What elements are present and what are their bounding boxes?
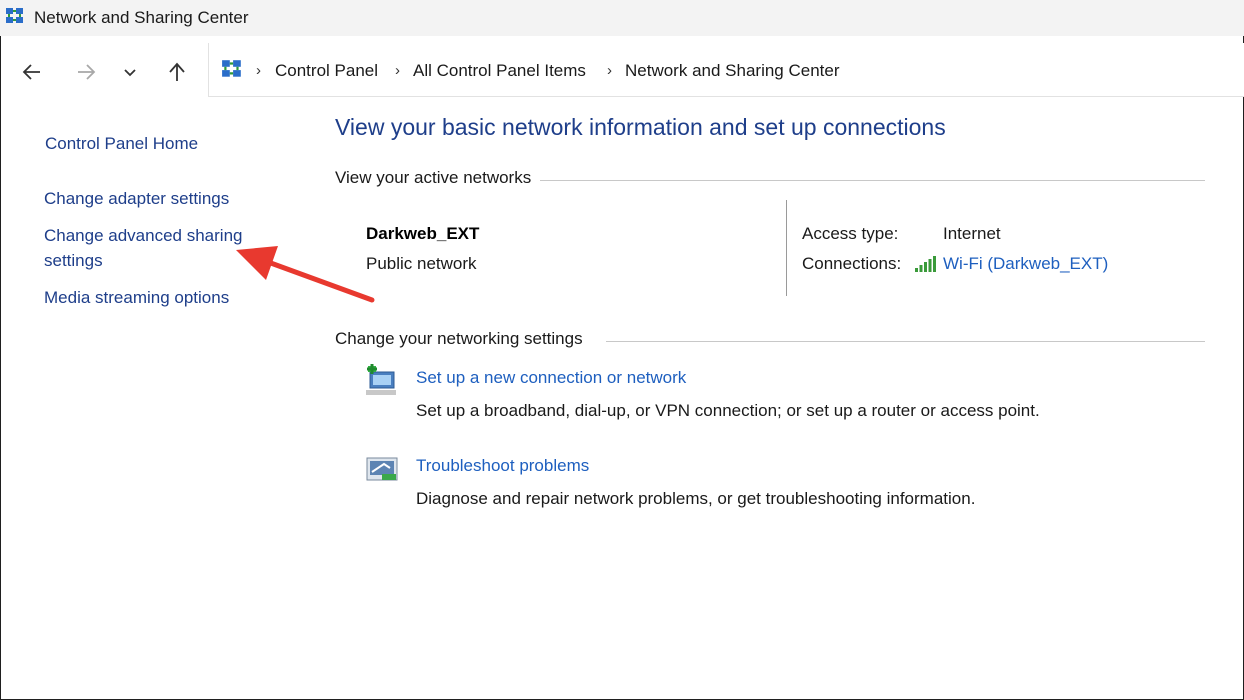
wifi-signal-icon — [915, 256, 936, 272]
sidebar-item-adapter-settings[interactable]: Change adapter settings — [44, 186, 229, 211]
annotation-arrow — [236, 246, 375, 303]
sidebar-item-advanced-sharing[interactable]: Change advanced sharing settings — [44, 223, 259, 273]
up-button[interactable] — [163, 58, 191, 86]
troubleshoot-link[interactable]: Troubleshoot problems — [416, 456, 589, 476]
wifi-connection-link[interactable]: Wi-Fi (Darkweb_EXT) — [943, 254, 1108, 274]
window-title: Network and Sharing Center — [34, 8, 249, 27]
sidebar-item-media-streaming[interactable]: Media streaming options — [44, 285, 229, 310]
back-button[interactable] — [18, 58, 46, 86]
window-frame — [0, 0, 1244, 700]
section-divider — [540, 180, 1205, 181]
page-title: View your basic network information and … — [335, 114, 946, 140]
forward-arrow-icon — [78, 64, 96, 80]
vertical-divider — [786, 200, 787, 296]
troubleshoot-description: Diagnose and repair network problems, or… — [416, 489, 976, 508]
breadcrumb-current[interactable]: Network and Sharing Center — [625, 61, 840, 81]
network-type: Public network — [366, 254, 477, 273]
breadcrumb-separator-icon: › — [607, 62, 612, 79]
networking-settings-label: Change your networking settings — [335, 329, 591, 349]
breadcrumb-control-panel[interactable]: Control Panel — [275, 61, 378, 81]
back-arrow-icon — [22, 64, 40, 80]
breadcrumb-separator-icon: › — [256, 62, 261, 79]
access-type-value: Internet — [943, 224, 1001, 243]
section-divider — [606, 341, 1205, 342]
troubleshoot-icon — [366, 457, 398, 481]
title-bar: Network and Sharing Center — [0, 0, 1244, 36]
setup-new-connection-link[interactable]: Set up a new connection or network — [416, 368, 686, 388]
setup-new-connection-description: Set up a broadband, dial-up, or VPN conn… — [416, 401, 1040, 420]
connections-label: Connections: — [802, 254, 902, 273]
recent-locations-button[interactable] — [116, 58, 144, 86]
active-networks-label: View your active networks — [335, 168, 540, 188]
up-arrow-icon — [169, 62, 185, 81]
sidebar-item-control-panel-home[interactable]: Control Panel Home — [45, 131, 198, 156]
address-bar[interactable]: › Control Panel › All Control Panel Item… — [208, 43, 1244, 97]
access-type-label: Access type: — [802, 224, 899, 243]
network-center-icon — [222, 60, 241, 77]
new-connection-icon — [366, 364, 396, 395]
network-center-icon — [6, 8, 23, 23]
chevron-down-icon — [124, 69, 136, 77]
breadcrumb-separator-icon: › — [395, 62, 400, 79]
breadcrumb-all-items[interactable]: All Control Panel Items — [413, 61, 586, 81]
forward-button[interactable] — [72, 58, 100, 86]
network-name: Darkweb_EXT — [366, 224, 480, 243]
